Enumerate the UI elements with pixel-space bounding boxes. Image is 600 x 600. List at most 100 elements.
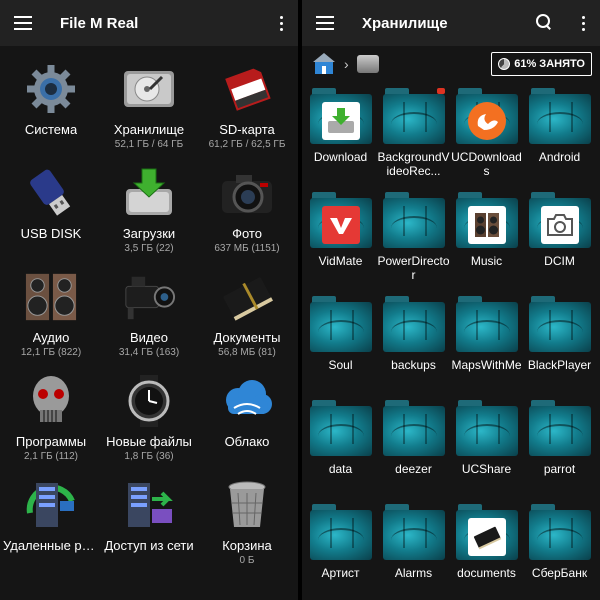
folder-label: UCShare xyxy=(461,462,512,476)
sd-card-icon xyxy=(220,62,274,116)
folder-item[interactable]: DCIM xyxy=(523,192,596,296)
location-system[interactable]: Система xyxy=(2,62,100,166)
vidmate-app-icon xyxy=(321,206,360,244)
location-network-access[interactable]: Доступ из сети xyxy=(100,478,198,582)
folder-item[interactable]: СберБанк xyxy=(523,504,596,600)
folder-label: data xyxy=(328,462,353,476)
location-label: Фото xyxy=(232,226,262,241)
location-label: Хранилище xyxy=(113,122,185,137)
location-label: USB DISK xyxy=(20,226,82,241)
folder-icon xyxy=(455,296,518,354)
location-stats: 0 Б xyxy=(239,555,255,566)
folder-icon xyxy=(528,88,591,146)
download-icon xyxy=(122,166,176,220)
documents-app-icon xyxy=(467,518,506,556)
folder-item[interactable]: backups xyxy=(377,296,450,400)
folder-item[interactable]: Alarms xyxy=(377,504,450,600)
folder-item[interactable]: Music xyxy=(450,192,523,296)
folder-icon xyxy=(528,400,591,458)
network-server-icon xyxy=(24,478,78,532)
folder-label: Soul xyxy=(328,358,353,372)
location-audio[interactable]: Аудио 12,1 ГБ (822) xyxy=(2,270,100,374)
location-sd-card[interactable]: SD-карта 61,2 ГБ / 62,5 ГБ xyxy=(198,62,296,166)
usb-icon xyxy=(24,166,78,220)
folder-icon xyxy=(455,88,518,146)
location-video[interactable]: Видео 31,4 ГБ (163) xyxy=(100,270,198,374)
storage-crumb-icon[interactable] xyxy=(356,55,379,73)
trash-icon xyxy=(220,478,274,532)
location-storage[interactable]: Хранилище 52,1 ГБ / 64 ГБ xyxy=(100,62,198,166)
folder-item[interactable]: MapsWithMe xyxy=(450,296,523,400)
folder-item[interactable]: VidMate xyxy=(304,192,377,296)
folder-label: documents xyxy=(457,566,516,580)
folder-label: BlackPlayer xyxy=(527,358,592,372)
locations-grid: Система Хранилище 52,1 ГБ / 64 ГБ SD-кар… xyxy=(0,62,298,582)
location-label: Аудио xyxy=(32,330,70,345)
breadcrumb: › 61% ЗАНЯТО xyxy=(302,46,600,82)
location-remote-resources[interactable]: Удаленные ресурсы xyxy=(2,478,100,582)
folder-icon xyxy=(455,192,518,250)
folder-icon xyxy=(455,504,518,562)
location-programs[interactable]: Программы 2,1 ГБ (112) xyxy=(2,374,100,478)
overflow-menu-icon[interactable] xyxy=(582,16,586,31)
usage-text: 61% ЗАНЯТО xyxy=(514,58,585,70)
folder-label: Артист xyxy=(321,566,360,580)
folder-icon xyxy=(309,504,372,562)
folder-label: Alarms xyxy=(394,566,433,580)
folder-item[interactable]: Soul xyxy=(304,296,377,400)
folder-label: deezer xyxy=(395,462,432,476)
folder-item[interactable]: parrot xyxy=(523,400,596,504)
folder-item[interactable]: PowerDirector xyxy=(377,192,450,296)
folder-item[interactable]: data xyxy=(304,400,377,504)
home-crumb-icon[interactable] xyxy=(312,52,336,76)
location-stats: 52,1 ГБ / 64 ГБ xyxy=(114,139,184,150)
camera-app-icon xyxy=(540,206,579,244)
folder-item[interactable]: UCShare xyxy=(450,400,523,504)
folder-icon xyxy=(528,504,591,562)
location-usb[interactable]: USB DISK xyxy=(2,166,100,270)
left-toolbar: File M Real xyxy=(0,0,298,46)
folder-icon xyxy=(455,400,518,458)
folder-item[interactable]: Download xyxy=(304,88,377,192)
cloud-icon xyxy=(220,374,274,428)
location-trash[interactable]: Корзина 0 Б xyxy=(198,478,296,582)
location-label: Загрузки xyxy=(122,226,176,241)
folder-item[interactable]: Android xyxy=(523,88,596,192)
folder-item[interactable]: BackgroundVideoRec... xyxy=(377,88,450,192)
menu-icon[interactable] xyxy=(316,16,334,30)
location-cloud[interactable]: Облако xyxy=(198,374,296,478)
shared-server-icon xyxy=(122,478,176,532)
folder-item[interactable]: Артист xyxy=(304,504,377,600)
location-new-files[interactable]: Новые файлы 1,8 ГБ (36) xyxy=(100,374,198,478)
menu-icon[interactable] xyxy=(14,16,32,30)
folder-item[interactable]: UCDownloads xyxy=(450,88,523,192)
overflow-menu-icon[interactable] xyxy=(280,16,284,31)
folder-icon xyxy=(382,400,445,458)
folder-icon xyxy=(528,192,591,250)
storage-usage-badge[interactable]: 61% ЗАНЯТО xyxy=(491,52,592,76)
location-stats: 637 МБ (1151) xyxy=(214,243,280,254)
folder-label: MapsWithMe xyxy=(451,358,522,372)
folder-label: BackgroundVideoRec... xyxy=(377,150,450,178)
folder-title: Хранилище xyxy=(362,14,448,32)
folder-label: СберБанк xyxy=(531,566,588,580)
uc-app-icon xyxy=(467,102,506,140)
location-stats: 2,1 ГБ (112) xyxy=(23,451,79,462)
folder-item[interactable]: deezer xyxy=(377,400,450,504)
folder-item[interactable]: documents xyxy=(450,504,523,600)
location-documents[interactable]: Документы 56,8 МБ (81) xyxy=(198,270,296,374)
notification-dot xyxy=(436,88,445,94)
location-photos[interactable]: Фото 637 МБ (1151) xyxy=(198,166,296,270)
folder-label: backups xyxy=(391,358,436,372)
location-label: Система xyxy=(24,122,78,137)
folder-label: PowerDirector xyxy=(377,254,450,282)
folder-icon xyxy=(382,88,445,146)
folder-item[interactable]: BlackPlayer xyxy=(523,296,596,400)
location-stats: 56,8 МБ (81) xyxy=(218,347,276,358)
location-label: Документы xyxy=(213,330,281,345)
video-camera-icon xyxy=(122,270,176,324)
folder-label: parrot xyxy=(543,462,576,476)
folder-icon xyxy=(382,192,445,250)
search-icon[interactable] xyxy=(536,14,552,30)
location-downloads[interactable]: Загрузки 3,5 ГБ (22) xyxy=(100,166,198,270)
